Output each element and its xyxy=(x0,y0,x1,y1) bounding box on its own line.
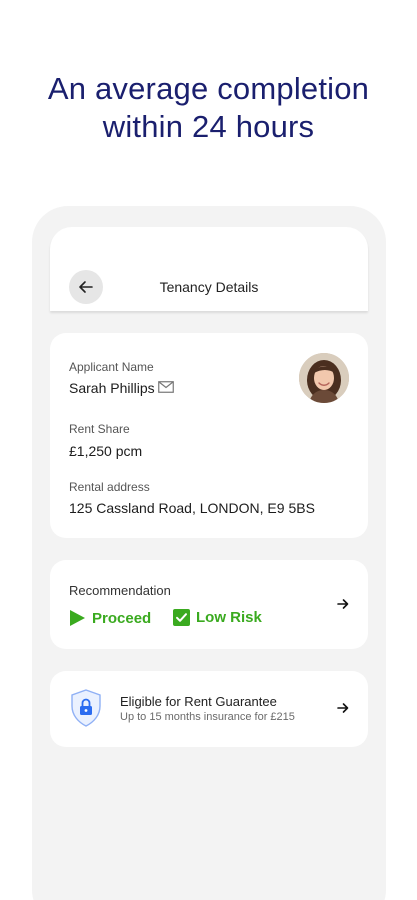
check-box-icon xyxy=(173,609,190,626)
tenancy-details-card: Applicant Name Sarah Phillips Rent Share… xyxy=(50,333,368,538)
play-icon xyxy=(70,610,85,626)
rental-address-label: Rental address xyxy=(69,480,150,494)
app-bar: Tenancy Details xyxy=(50,227,368,311)
risk-label: Low Risk xyxy=(196,609,262,626)
avatar-photo xyxy=(299,353,349,403)
guarantee-subtitle: Up to 15 months insurance for £215 xyxy=(120,711,295,723)
risk-status: Low Risk xyxy=(173,609,262,626)
page-title: Tenancy Details xyxy=(159,279,259,295)
arrow-right-icon xyxy=(337,599,349,609)
rent-share-label: Rent Share xyxy=(69,422,130,436)
rental-address-value: 125 Cassland Road, LONDON, E9 5BS xyxy=(69,500,315,516)
arrow-right-icon xyxy=(337,703,349,713)
headline: An average completion within 24 hours xyxy=(0,70,417,146)
proceed-status: Proceed xyxy=(69,609,151,627)
headline-line-1: An average completion xyxy=(47,71,370,106)
rent-guarantee-card[interactable]: Eligible for Rent Guarantee Up to 15 mon… xyxy=(50,671,368,747)
recommendation-card[interactable]: Recommendation Proceed Low Risk xyxy=(50,560,368,649)
guarantee-title: Eligible for Rent Guarantee xyxy=(120,694,277,709)
recommendation-label: Recommendation xyxy=(69,583,171,598)
shield-lock-icon xyxy=(71,689,101,727)
rent-share-value: £1,250 pcm xyxy=(69,443,143,459)
applicant-avatar xyxy=(299,353,349,403)
applicant-name-value: Sarah Phillips xyxy=(69,380,155,396)
applicant-name-label: Applicant Name xyxy=(69,360,154,374)
headline-line-2: within 24 hours xyxy=(102,109,315,144)
proceed-label: Proceed xyxy=(92,609,152,627)
mail-icon[interactable] xyxy=(158,381,174,393)
